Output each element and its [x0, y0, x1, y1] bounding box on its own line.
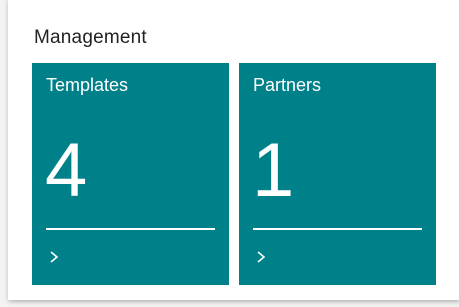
- tile-label: Partners: [253, 75, 322, 95]
- partners-tile[interactable]: Partners 1: [239, 63, 436, 285]
- templates-tile[interactable]: Templates 4: [32, 63, 229, 285]
- chevron-right-icon[interactable]: [256, 250, 266, 264]
- tile-count: 1: [252, 128, 295, 213]
- tile-count: 4: [45, 128, 88, 213]
- tile-divider: [253, 228, 422, 230]
- management-panel: Management Templates 4 Partners 1: [8, 0, 459, 300]
- tile-divider: [46, 228, 215, 230]
- section-title: Management: [34, 27, 147, 48]
- chevron-right-icon[interactable]: [49, 250, 59, 264]
- tile-label: Templates: [46, 75, 129, 95]
